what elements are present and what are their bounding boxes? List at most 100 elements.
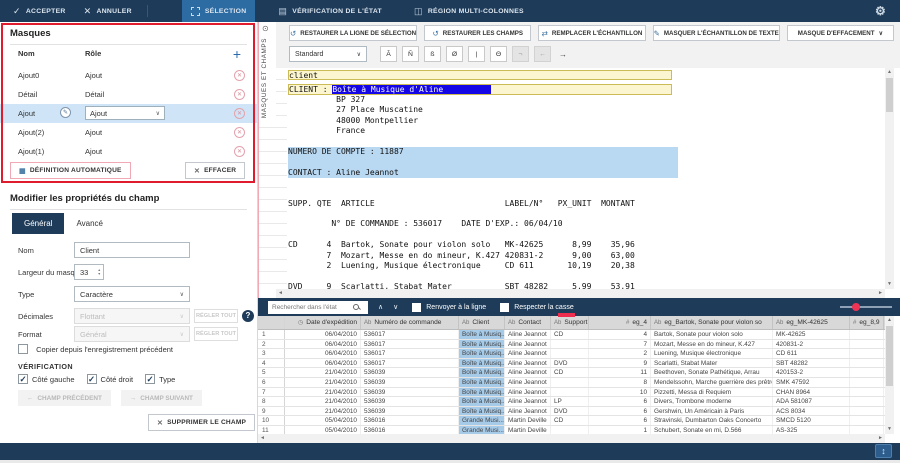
side-tab-label[interactable]: MASQUES ET CHAMPS <box>261 38 268 118</box>
mask-role-select[interactable]: Ajout∨ <box>85 106 165 120</box>
right-side-checkbox[interactable]: ✓ <box>87 374 97 384</box>
selected-field-text[interactable]: Boîte à Musique d'Aline <box>332 85 491 94</box>
column-header[interactable]: AbContact <box>505 316 551 329</box>
report-document-view[interactable]: clientCLIENT : Boîte à Musique d'Aline B… <box>288 68 885 290</box>
accept-button[interactable]: ✓ ACCEPTER <box>4 0 75 22</box>
fit-height-icon[interactable]: ↕ <box>875 444 892 458</box>
delete-mask-icon[interactable]: ✕ <box>234 70 245 81</box>
column-header[interactable]: #eg_4 <box>589 316 651 329</box>
erase-mask-dropdown[interactable]: MASQUE D'EFFACEMENT∨ <box>787 25 894 41</box>
mask-char-button[interactable]: | <box>468 46 485 62</box>
scrollbar-thumb[interactable] <box>886 78 893 112</box>
search-next-icon[interactable]: ∨ <box>393 303 398 311</box>
search-previous-icon[interactable]: ∧ <box>378 303 383 311</box>
table-vertical-scrollbar[interactable]: ▲ ▼ <box>885 316 894 434</box>
mask-char-button[interactable]: Θ <box>490 46 507 62</box>
properties-tabs: Général Avancé <box>12 213 115 234</box>
type-checkbox[interactable]: ✓ <box>145 374 155 384</box>
chevron-down-icon: ∨ <box>180 331 184 338</box>
scroll-left-icon[interactable]: ◄ <box>258 434 267 443</box>
column-header[interactable]: AbNuméro de commande <box>361 316 459 329</box>
delete-mask-icon[interactable]: ✕ <box>234 146 245 157</box>
table-row[interactable]: 721/04/2010536039Boîte à Musiq...Aline J… <box>258 388 885 398</box>
column-header[interactable]: AbClient <box>459 316 505 329</box>
document-horizontal-scrollbar[interactable]: ◄ ► <box>276 289 885 298</box>
divider <box>10 44 247 45</box>
mask-arrow-right-button[interactable]: → <box>556 46 570 62</box>
replace-sample-button[interactable]: ⇄REMPLACER L'ÉCHANTILLON <box>538 25 645 41</box>
table-row[interactable]: 921/04/2010536039Boîte à Musiq...Aline J… <box>258 407 885 417</box>
clear-label: EFFACER <box>204 167 236 174</box>
mask-style-select[interactable]: Standard ∨ <box>289 46 367 62</box>
table-row[interactable]: 206/04/2010536017Boîte à Musiq...Aline J… <box>258 340 885 350</box>
scroll-up-icon[interactable]: ▲ <box>885 68 894 77</box>
scroll-down-icon[interactable]: ▼ <box>885 425 894 434</box>
restore-fields-button[interactable]: ↺RESTAURER LES CHAMPS <box>424 25 531 41</box>
nom-field[interactable] <box>74 242 190 258</box>
mask-char-button[interactable]: ß <box>424 46 441 62</box>
settings-gear-icon[interactable]: ⚙ <box>875 4 886 18</box>
copy-previous-checkbox[interactable] <box>18 344 28 354</box>
mask-row[interactable]: DétailDétail✕ <box>0 85 257 104</box>
selection-tool-button[interactable]: SÉLECTION <box>182 0 256 22</box>
mask-char-button[interactable]: Ñ <box>402 46 419 62</box>
type-select[interactable]: Caractère ∨ <box>74 286 190 302</box>
auto-define-button[interactable]: ▦ DÉFINITION AUTOMATIQUE <box>10 162 131 179</box>
hide-text-sample-button[interactable]: ✎MASQUER L'ÉCHANTILLON DE TEXTE <box>653 25 780 41</box>
table-row[interactable]: 106/04/2010536017Boîte à Musiq...Aline J… <box>258 330 885 340</box>
restore-selection-line-button[interactable]: ↺RESTAURER LA LIGNE DE SÉLECTION <box>289 25 417 41</box>
column-header[interactable]: Abeg_Bartok, Sonate pour violon so <box>651 316 773 329</box>
mask-row[interactable]: Ajout0Ajout✕ <box>0 66 257 85</box>
spinner-arrows-icon[interactable]: ▲▼ <box>98 268 103 276</box>
state-verification-button[interactable]: ▤ VÉRIFICATION DE L'ÉTAT <box>269 0 391 22</box>
delete-mask-icon[interactable]: ✕ <box>234 127 245 138</box>
table-cell: Boîte à Musiq... <box>459 349 505 358</box>
table-horizontal-scrollbar[interactable]: ◄ ► <box>258 434 885 443</box>
scroll-down-icon[interactable]: ▼ <box>885 280 894 289</box>
match-case-checkbox[interactable] <box>500 303 509 312</box>
mask-char-button[interactable]: Ã <box>380 46 397 62</box>
scroll-up-icon[interactable]: ▲ <box>885 316 894 325</box>
column-header[interactable]: ◷Date d'expédition <box>285 316 361 329</box>
column-header-label: Contact <box>518 319 541 326</box>
scroll-left-icon[interactable]: ◄ <box>276 289 285 298</box>
row-number: 6 <box>258 378 285 387</box>
scroll-right-icon[interactable]: ► <box>876 289 885 298</box>
table-row[interactable]: 1005/04/2010536016Grande Musi...Martin D… <box>258 416 885 426</box>
tab-avance[interactable]: Avancé <box>64 213 115 234</box>
mask-char-button[interactable]: Ø <box>446 46 463 62</box>
zoom-slider[interactable] <box>840 306 892 308</box>
table-row[interactable]: 521/04/2010536039Boîte à Musiq...Aline J… <box>258 368 885 378</box>
search-input[interactable] <box>268 302 352 313</box>
clear-button[interactable]: ✕ EFFACER <box>185 162 245 179</box>
multi-column-region-button[interactable]: ◫ RÉGION MULTI-COLONNES <box>405 0 533 22</box>
cancel-button[interactable]: ✕ ANNULER <box>75 0 141 22</box>
table-cell: 536039 <box>361 407 459 416</box>
column-header[interactable]: Abeg_MK-42625 <box>773 316 850 329</box>
delete-mask-icon[interactable]: ✕ <box>234 108 245 119</box>
pin-icon[interactable]: ⊙ <box>262 24 269 33</box>
mask-row[interactable]: Ajout(2)Ajout✕ <box>0 123 257 142</box>
table-row[interactable]: 621/04/2010536039Boîte à Musiq...Aline J… <box>258 378 885 388</box>
scroll-right-icon[interactable]: ► <box>876 434 885 443</box>
edit-pencil-icon[interactable]: ✎ <box>60 107 71 118</box>
column-header[interactable]: AbSupport <box>551 316 589 329</box>
help-icon[interactable]: ? <box>242 310 254 322</box>
column-header[interactable]: #eg_8,9 <box>850 316 884 329</box>
wrap-line-checkbox[interactable] <box>412 303 421 312</box>
tab-general[interactable]: Général <box>12 213 64 234</box>
mask-row[interactable]: Ajout✎Ajout∨✕ <box>0 104 257 123</box>
scrollbar-thumb[interactable] <box>886 326 893 386</box>
mask-width-stepper[interactable]: 33 ▲▼ <box>74 264 104 280</box>
table-row[interactable]: 306/04/2010536017Boîte à Musiq...Aline J… <box>258 349 885 359</box>
add-mask-button[interactable]: + <box>233 46 241 62</box>
document-vertical-scrollbar[interactable]: ▲ ▼ <box>885 68 894 289</box>
mask-row[interactable]: Ajout(1)Ajout✕ <box>0 142 257 161</box>
delete-mask-icon[interactable]: ✕ <box>234 89 245 100</box>
delete-field-button[interactable]: ✕ SUPPRIMER LE CHAMP <box>148 414 255 431</box>
zoom-slider-handle[interactable] <box>852 303 860 311</box>
table-cell: 05/04/2010 <box>285 416 361 425</box>
left-side-checkbox[interactable]: ✓ <box>18 374 28 384</box>
table-row[interactable]: 406/04/2010536017Boîte à Musiq...Aline J… <box>258 359 885 369</box>
table-row[interactable]: 821/04/2010536039Boîte à Musiq...Aline J… <box>258 397 885 407</box>
